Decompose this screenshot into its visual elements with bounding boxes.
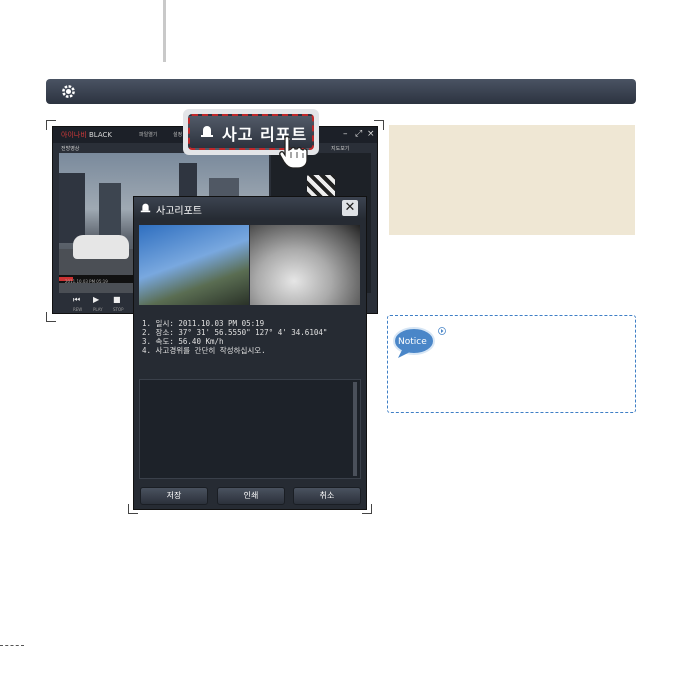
pointing-hand-icon — [279, 135, 308, 169]
info-location: 2. 장소: 37° 31' 56.5550" 127° 4' 34.6104" — [142, 328, 328, 337]
rewind-label: REW — [73, 307, 83, 312]
maximize-icon[interactable]: ⤢ — [355, 128, 362, 140]
menu-open-file[interactable]: 파일열기 — [139, 131, 157, 138]
clapperboard-icon — [307, 175, 335, 197]
tab-front-video[interactable]: 전방영상 — [61, 145, 79, 152]
siren-icon — [140, 203, 151, 213]
save-button[interactable]: 저장 — [140, 487, 208, 505]
page-footer-mark — [0, 645, 24, 646]
accident-report-dialog: 사고리포트 ✕ 1. 일시: 2011.10.03 PM 05:19 2. 장소… — [133, 196, 367, 510]
siren-icon — [201, 126, 213, 137]
info-instruction: 4. 사고경위를 간단히 작성하십시오. — [142, 346, 266, 355]
section-header-bar — [46, 79, 636, 104]
app-logo: 아이나비 BLACK — [61, 131, 112, 139]
close-icon[interactable]: × — [367, 128, 375, 140]
menu-settings[interactable]: 설정 — [173, 131, 182, 138]
stop-icon[interactable]: ■ — [113, 295, 121, 304]
play-label: PLAY — [93, 307, 103, 312]
arrow-right-icon — [438, 327, 446, 335]
description-panel — [389, 125, 635, 235]
play-icon[interactable]: ▶ — [93, 295, 99, 304]
front-camera-thumbnail — [139, 225, 249, 305]
cancel-button[interactable]: 취소 — [293, 487, 361, 505]
memo-scrollbar[interactable] — [353, 382, 357, 476]
rewind-icon[interactable]: ⏮ — [73, 295, 80, 305]
dialog-close-button[interactable]: ✕ — [342, 200, 358, 216]
dialog-title: 사고리포트 — [156, 206, 202, 217]
tab-map-view[interactable]: 지도보기 — [331, 145, 349, 152]
stop-label: STOP — [113, 307, 124, 312]
timeline-timestamp: 2011.10.03 PM 05:19 — [65, 279, 108, 284]
page-divider-line — [163, 0, 166, 62]
rear-camera-thumbnail — [250, 225, 360, 305]
dialog-title-bar: 사고리포트 ✕ — [134, 197, 366, 219]
info-speed: 3. 속도: 56.40 Km/h — [142, 337, 224, 346]
notice-label: Notice — [398, 337, 427, 347]
print-button[interactable]: 인쇄 — [217, 487, 285, 505]
report-info: 1. 일시: 2011.10.03 PM 05:19 2. 장소: 37° 31… — [142, 319, 327, 355]
car-in-video — [73, 235, 129, 259]
minimize-icon[interactable]: – — [343, 128, 348, 140]
info-datetime: 1. 일시: 2011.10.03 PM 05:19 — [142, 319, 265, 328]
gear-icon — [62, 85, 75, 98]
accident-description-textarea[interactable] — [139, 379, 361, 479]
